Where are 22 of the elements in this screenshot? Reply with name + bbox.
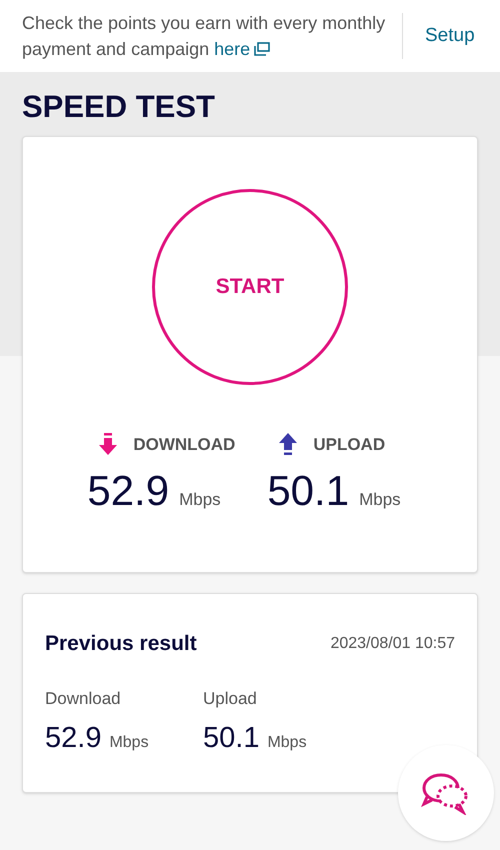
result-date: 2023/08/01 10:57	[330, 634, 455, 654]
start-button[interactable]: START	[152, 189, 348, 385]
metric-label: UPLOAD	[313, 434, 386, 456]
metric-label: Download	[45, 688, 122, 710]
download-arrow-icon	[99, 433, 118, 457]
speed-value: 50.1	[267, 467, 350, 515]
speed-value: 52.9	[45, 721, 102, 756]
metric-label: DOWNLOAD	[133, 434, 236, 456]
speed-unit: Mbps	[267, 733, 307, 753]
speed-unit: Mbps	[179, 489, 221, 511]
here-link[interactable]: here	[214, 36, 270, 62]
setup-link[interactable]: Setup	[425, 22, 475, 50]
speed-unit: Mbps	[109, 733, 149, 753]
speed-value: 50.1	[203, 721, 260, 756]
metric-label: Upload	[203, 688, 258, 710]
external-window-icon	[254, 42, 270, 56]
speed-unit: Mbps	[359, 489, 401, 511]
previous-result-title: Previous result	[45, 631, 197, 657]
upload-arrow-icon	[279, 433, 298, 457]
page-title: SPEED TEST	[22, 88, 216, 126]
speed-value: 52.9	[87, 467, 170, 515]
points-notice: Check the points you earn with every monthly payment and campaign here	[22, 10, 392, 62]
